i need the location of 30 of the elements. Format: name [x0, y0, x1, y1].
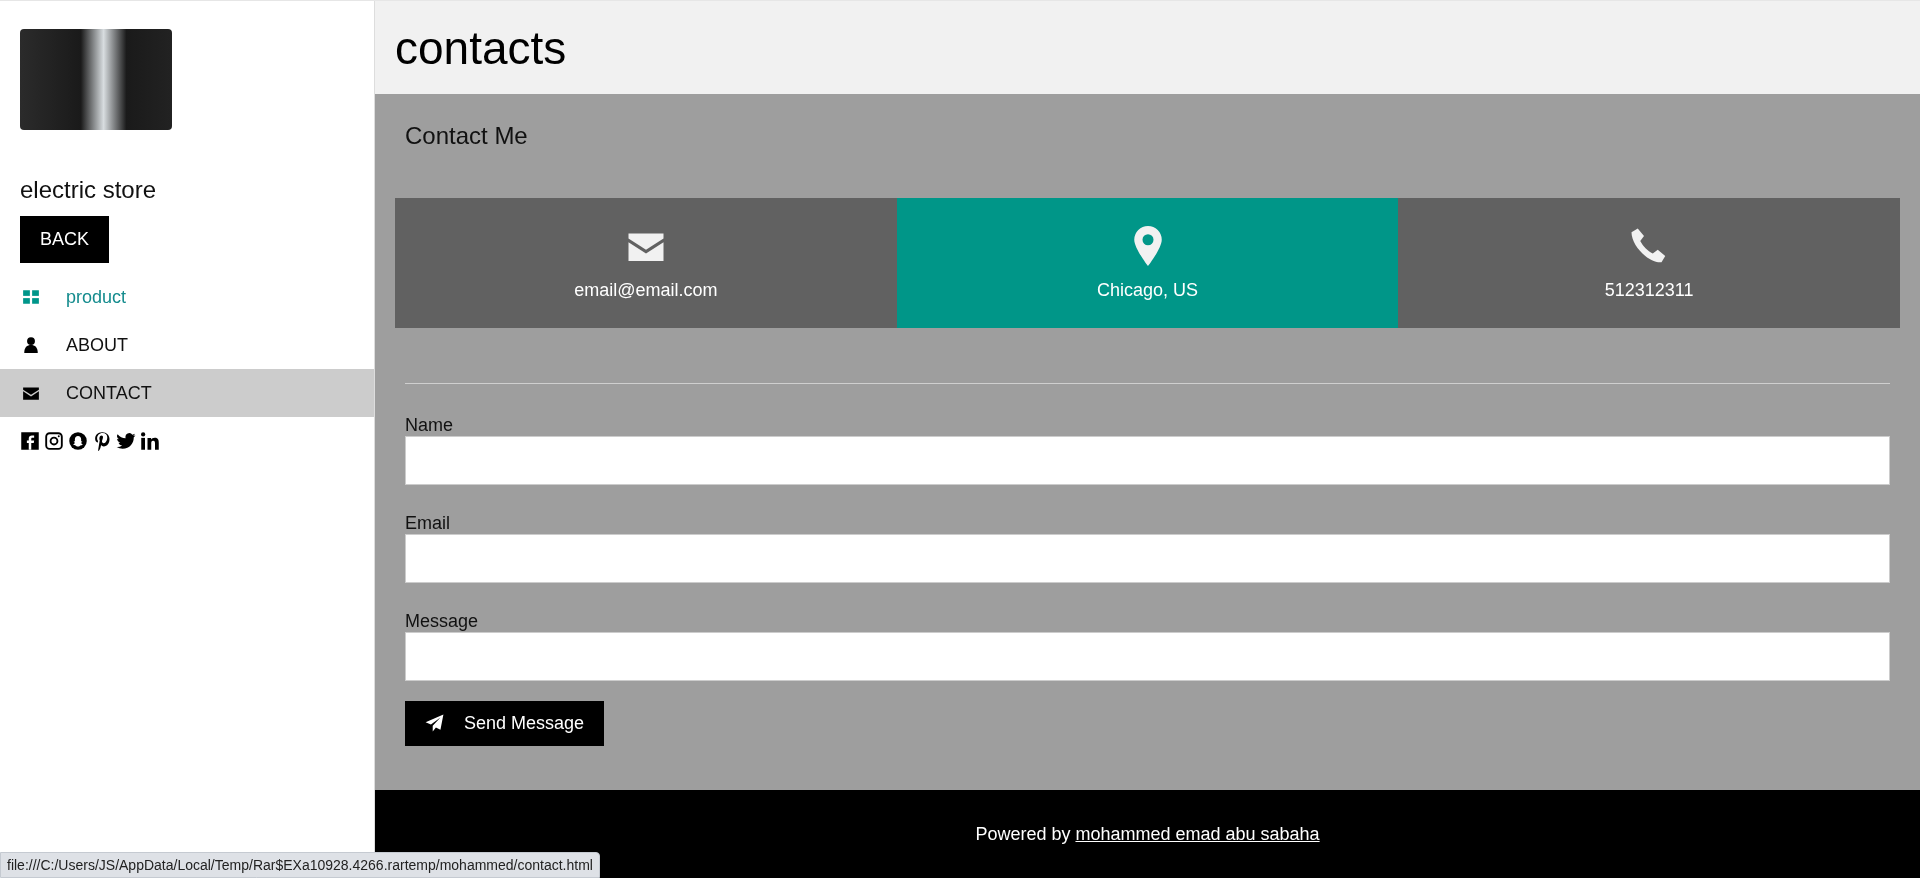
- field-label: Name: [405, 414, 454, 436]
- pinterest-icon[interactable]: [92, 431, 112, 451]
- grid-icon: [22, 288, 40, 306]
- author-link[interactable]: mohammed emad abu sabaha: [1075, 823, 1320, 844]
- nav-item[interactable]: CONTACT: [0, 369, 374, 417]
- ghost-icon[interactable]: [68, 431, 88, 451]
- field-label: Email: [405, 512, 451, 534]
- section-heading: Contact Me: [405, 122, 529, 150]
- linkedin-icon[interactable]: [140, 431, 160, 451]
- store-name: electric store: [20, 176, 158, 204]
- bird-icon[interactable]: [116, 431, 136, 451]
- contact-info: Chicago, US: [1096, 279, 1199, 301]
- field-label: Message: [405, 610, 480, 632]
- input-field[interactable]: [405, 632, 1890, 681]
- envelope-icon: [22, 384, 40, 402]
- instagram-icon[interactable]: [44, 431, 64, 451]
- nav-item[interactable]: ABOUT: [0, 321, 374, 369]
- send-button[interactable]: Send Message: [405, 701, 605, 746]
- nav-item[interactable]: product: [0, 273, 374, 321]
- contact-info: 512312311: [1604, 279, 1694, 301]
- page-title: contacts: [395, 20, 567, 75]
- paper-plane-icon: [425, 714, 444, 733]
- input-field[interactable]: [405, 436, 1890, 485]
- footer-text: Powered by mohammed emad abu sabaha: [975, 823, 1320, 845]
- facebook-icon[interactable]: [20, 431, 40, 451]
- back-button[interactable]: BACK: [20, 216, 110, 263]
- person-icon: [22, 336, 40, 354]
- contact-info: email@email.com: [574, 279, 718, 301]
- input-field[interactable]: [405, 534, 1890, 583]
- status-url: file:///C:/Users/JS/AppData/Local/Temp/Rar$EXa10928.4266.rartemp/mohammed/contact.html: [0, 852, 600, 878]
